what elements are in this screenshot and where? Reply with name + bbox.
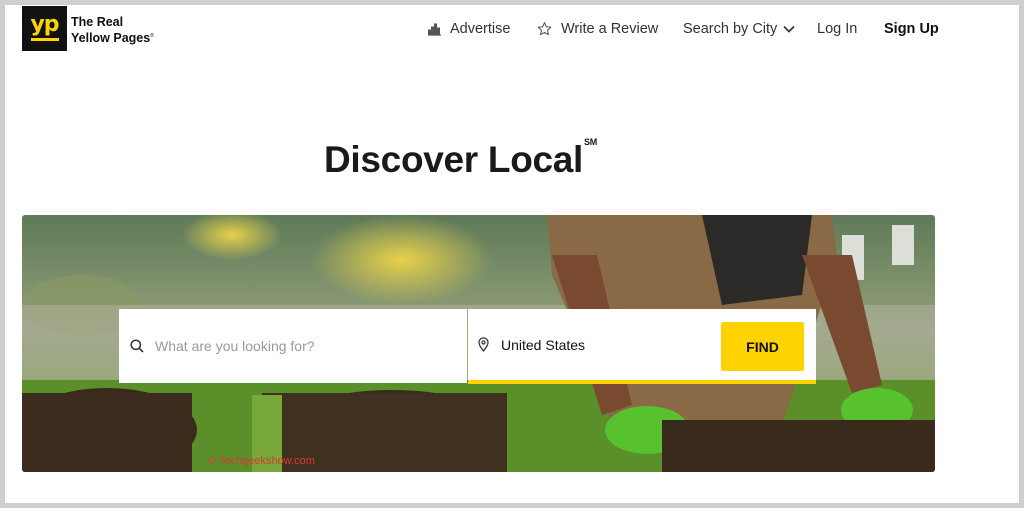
nav-log-in-label: Log In bbox=[817, 21, 858, 37]
find-button[interactable]: FIND bbox=[721, 322, 804, 371]
bar-chart-icon bbox=[428, 23, 441, 36]
logo-underline bbox=[30, 37, 59, 41]
service-mark: SM bbox=[584, 136, 597, 147]
search-field[interactable] bbox=[119, 309, 467, 383]
location-input[interactable] bbox=[499, 335, 703, 354]
search-input[interactable] bbox=[153, 337, 457, 355]
search-icon bbox=[130, 339, 144, 353]
nav-sign-up-label: Sign Up bbox=[884, 21, 939, 37]
nav-search-by-city[interactable]: Search by City bbox=[683, 19, 795, 39]
chevron-down-icon bbox=[783, 25, 795, 33]
watermark: © Techgeekshow.com bbox=[208, 455, 315, 467]
page-title-text: Discover Local bbox=[324, 139, 584, 180]
brand-name[interactable]: The Real Yellow Pages® bbox=[71, 15, 154, 45]
nav-write-review-label: Write a Review bbox=[561, 21, 659, 37]
page-title: Discover LocalSM bbox=[324, 136, 597, 181]
star-icon bbox=[537, 22, 552, 36]
nav-log-in[interactable]: Log In bbox=[817, 19, 857, 39]
nav-advertise[interactable]: Advertise bbox=[427, 19, 510, 39]
nav-search-by-city-label: Search by City bbox=[683, 21, 778, 37]
nav-sign-up[interactable]: Sign Up bbox=[884, 19, 939, 39]
nav-advertise-label: Advertise bbox=[450, 21, 511, 37]
location-pin-icon bbox=[478, 337, 489, 352]
logo-text: yp bbox=[30, 11, 59, 37]
brand-registered-mark: ® bbox=[150, 33, 154, 39]
brand-line-1: The Real bbox=[71, 15, 124, 29]
yp-logo[interactable]: yp bbox=[22, 6, 67, 51]
brand-line-2: Yellow Pages bbox=[71, 31, 151, 46]
nav-write-review[interactable]: Write a Review bbox=[536, 19, 658, 39]
page: yp The Real Yellow Pages® Advertise Writ… bbox=[5, 5, 1019, 503]
